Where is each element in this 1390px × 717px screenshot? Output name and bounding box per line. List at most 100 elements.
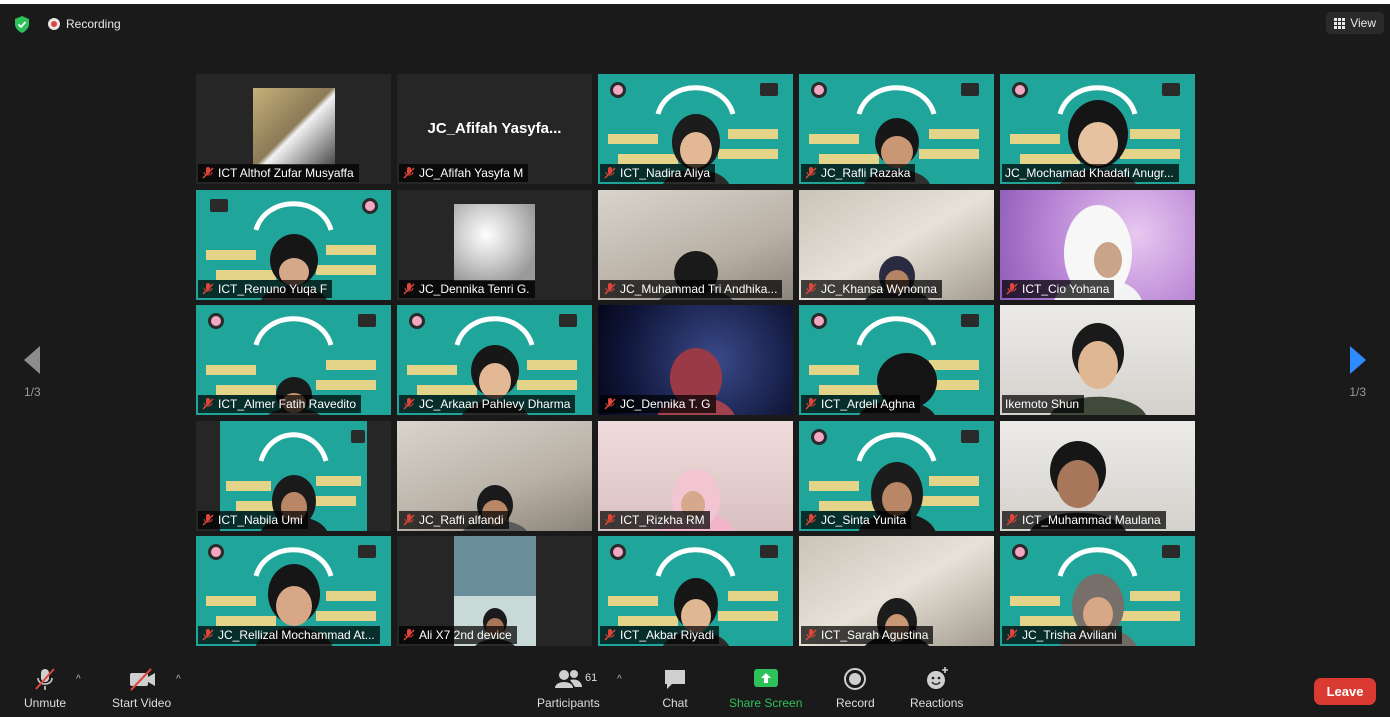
video-tile[interactable]: JC_Rafli Razaka [799, 74, 994, 184]
participant-name: JC_Dennika T. G [620, 397, 711, 411]
participant-nameplate: ICT_Cio Yohana [1002, 279, 1115, 298]
muted-mic-icon [604, 167, 616, 179]
recording-icon [48, 18, 60, 30]
participant-name: ICT_Ardell Aghna [821, 397, 916, 411]
muted-mic-icon [805, 513, 817, 526]
meeting-controls-toolbar: Unmute ^ Start Video ^ Participants 61 ^… [0, 660, 1390, 717]
participant-name: ICT_Renuno Yuqa F [218, 281, 328, 296]
video-tile[interactable]: ICT_Muhammad Maulana [1000, 420, 1195, 531]
chat-button[interactable]: Chat [662, 666, 688, 710]
participant-name: JC_Raffi alfandi [419, 512, 504, 527]
participant-nameplate: ICT Althof Zufar Musyaffa [198, 164, 359, 182]
video-tile[interactable]: JC_Raffi alfandi [397, 420, 592, 531]
participants-options-chevron-icon[interactable]: ^ [617, 674, 622, 685]
video-tile[interactable]: ICT_Renuno Yuqa F [196, 189, 391, 300]
participant-nameplate: JC_Mochamad Khadafi Anugr... [1002, 164, 1179, 182]
participant-nameplate: ICT_Nabila Umi [198, 510, 308, 529]
participant-nameplate: JC_Afifah Yasyfa M [399, 164, 529, 182]
muted-mic-icon [403, 629, 415, 641]
next-page-arrow-icon[interactable] [1342, 343, 1372, 377]
muted-mic-icon [1006, 513, 1018, 526]
participant-name: ICT_Rizkha RM [620, 512, 705, 527]
participant-nameplate: JC_Khansa Wynonna [801, 279, 942, 298]
reactions-emoji-icon [926, 667, 948, 689]
participant-nameplate: JC_Dennika Tenri G. [399, 279, 535, 298]
participant-name: Ali X7 2nd device [419, 628, 512, 642]
page-indicator-left: 1/3 [24, 385, 41, 399]
profile-picture [454, 203, 535, 281]
start-video-button[interactable]: Start Video [112, 666, 171, 710]
video-tile[interactable]: ICT_Sarah Agustina [799, 536, 994, 646]
video-tile[interactable]: JC_Khansa Wynonna [799, 189, 994, 300]
video-tile[interactable]: ICT_Rizkha RM [598, 420, 793, 531]
participant-nameplate: ICT_Sarah Agustina [801, 626, 934, 644]
video-tile[interactable]: JC_Sinta Yunita [799, 420, 994, 531]
video-tile[interactable]: JC_Dennika Tenri G. [397, 189, 592, 300]
video-tile[interactable]: Ali X7 2nd device [397, 536, 592, 646]
video-tile[interactable]: JC_Arkaan Pahlevy Dharma [397, 305, 592, 415]
audio-options-chevron-icon[interactable]: ^ [76, 674, 81, 685]
video-options-chevron-icon[interactable]: ^ [176, 674, 181, 685]
video-tile[interactable]: ICT_Nadira Aliya [598, 74, 793, 184]
participant-nameplate: JC_Raffi alfandi [399, 510, 509, 529]
video-tile[interactable]: ICT_Cio Yohana [1000, 189, 1195, 300]
record-button[interactable]: Record [836, 666, 875, 710]
participant-nameplate: JC_Muhammad Tri Andhika... [600, 279, 783, 298]
participant-name: JC_Trisha Aviliani [1022, 628, 1117, 642]
page-indicator-right: 1/3 [1349, 385, 1366, 399]
participant-nameplate: JC_Rafli Razaka [801, 164, 916, 182]
video-tile[interactable]: JC_Dennika T. G [598, 305, 793, 415]
participants-count: 61 [585, 672, 598, 684]
video-tile[interactable]: ICT_Akbar Riyadi [598, 536, 793, 646]
video-tile[interactable]: ICT Althof Zufar Musyaffa [196, 74, 391, 184]
previous-page-arrow-icon[interactable] [18, 343, 48, 377]
video-tile[interactable]: JC_Mochamad Khadafi Anugr... [1000, 74, 1195, 184]
participant-name: ICT_Akbar Riyadi [620, 628, 715, 642]
recording-indicator[interactable]: Recording [42, 14, 127, 34]
video-tile[interactable]: JC_Trisha Aviliani [1000, 536, 1195, 646]
participant-nameplate: ICT_Nadira Aliya [600, 164, 716, 182]
participant-nameplate: ICT_Rizkha RM [600, 510, 710, 529]
muted-mic-icon [604, 398, 616, 410]
muted-mic-icon [805, 167, 817, 179]
video-tile[interactable]: ICT_Nabila Umi [196, 420, 391, 531]
participant-name: JC_Arkaan Pahlevy Dharma [419, 397, 571, 411]
grid-view-icon [1334, 17, 1346, 29]
unmute-label: Unmute [24, 696, 67, 710]
video-tile[interactable]: JC_Afifah Yasyfa... JC_Afifah Yasyfa M [397, 74, 592, 184]
video-tile[interactable]: Ikemoto Shun [1000, 305, 1195, 415]
participant-name: ICT_Sarah Agustina [821, 628, 929, 642]
participant-nameplate: ICT_Muhammad Maulana [1002, 510, 1166, 529]
participant-name: ICT_Nadira Aliya [620, 166, 711, 180]
reactions-button[interactable]: Reactions [910, 666, 963, 710]
muted-mic-icon [202, 398, 214, 410]
participant-nameplate: Ikemoto Shun [1002, 395, 1085, 413]
muted-mic-icon [202, 282, 214, 295]
muted-mic-icon [403, 398, 415, 410]
view-button[interactable]: View [1326, 12, 1384, 34]
muted-mic-icon [1006, 629, 1018, 641]
muted-mic-icon [202, 167, 214, 179]
participant-nameplate: ICT_Almer Fatih Ravedito [198, 395, 362, 413]
leave-button[interactable]: Leave [1314, 678, 1376, 705]
video-tile[interactable]: ICT_Almer Fatih Ravedito [196, 305, 391, 415]
muted-microphone-icon [35, 668, 55, 690]
security-shield-icon[interactable] [14, 16, 30, 33]
participant-nameplate: JC_Rellizal Mochammad At... [198, 626, 380, 644]
view-label: View [1350, 16, 1376, 30]
share-screen-label: Share Screen [729, 696, 803, 710]
video-tile[interactable]: ICT_Ardell Aghna [799, 305, 994, 415]
participant-name-placeholder: JC_Afifah Yasyfa... [427, 120, 562, 137]
recording-label: Recording [66, 17, 121, 31]
participant-name: JC_Sinta Yunita [821, 512, 907, 527]
video-tile[interactable]: JC_Rellizal Mochammad At... [196, 536, 391, 646]
record-label: Record [836, 696, 875, 710]
muted-mic-icon [403, 513, 415, 526]
participant-nameplate: Ali X7 2nd device [399, 626, 517, 644]
share-screen-button[interactable]: Share Screen [729, 666, 802, 710]
participant-name: ICT_Cio Yohana [1022, 281, 1110, 296]
unmute-button[interactable]: Unmute [24, 666, 66, 710]
participant-name: JC_Rafli Razaka [821, 166, 911, 180]
video-off-icon [129, 668, 155, 691]
video-tile[interactable]: JC_Muhammad Tri Andhika... [598, 189, 793, 300]
